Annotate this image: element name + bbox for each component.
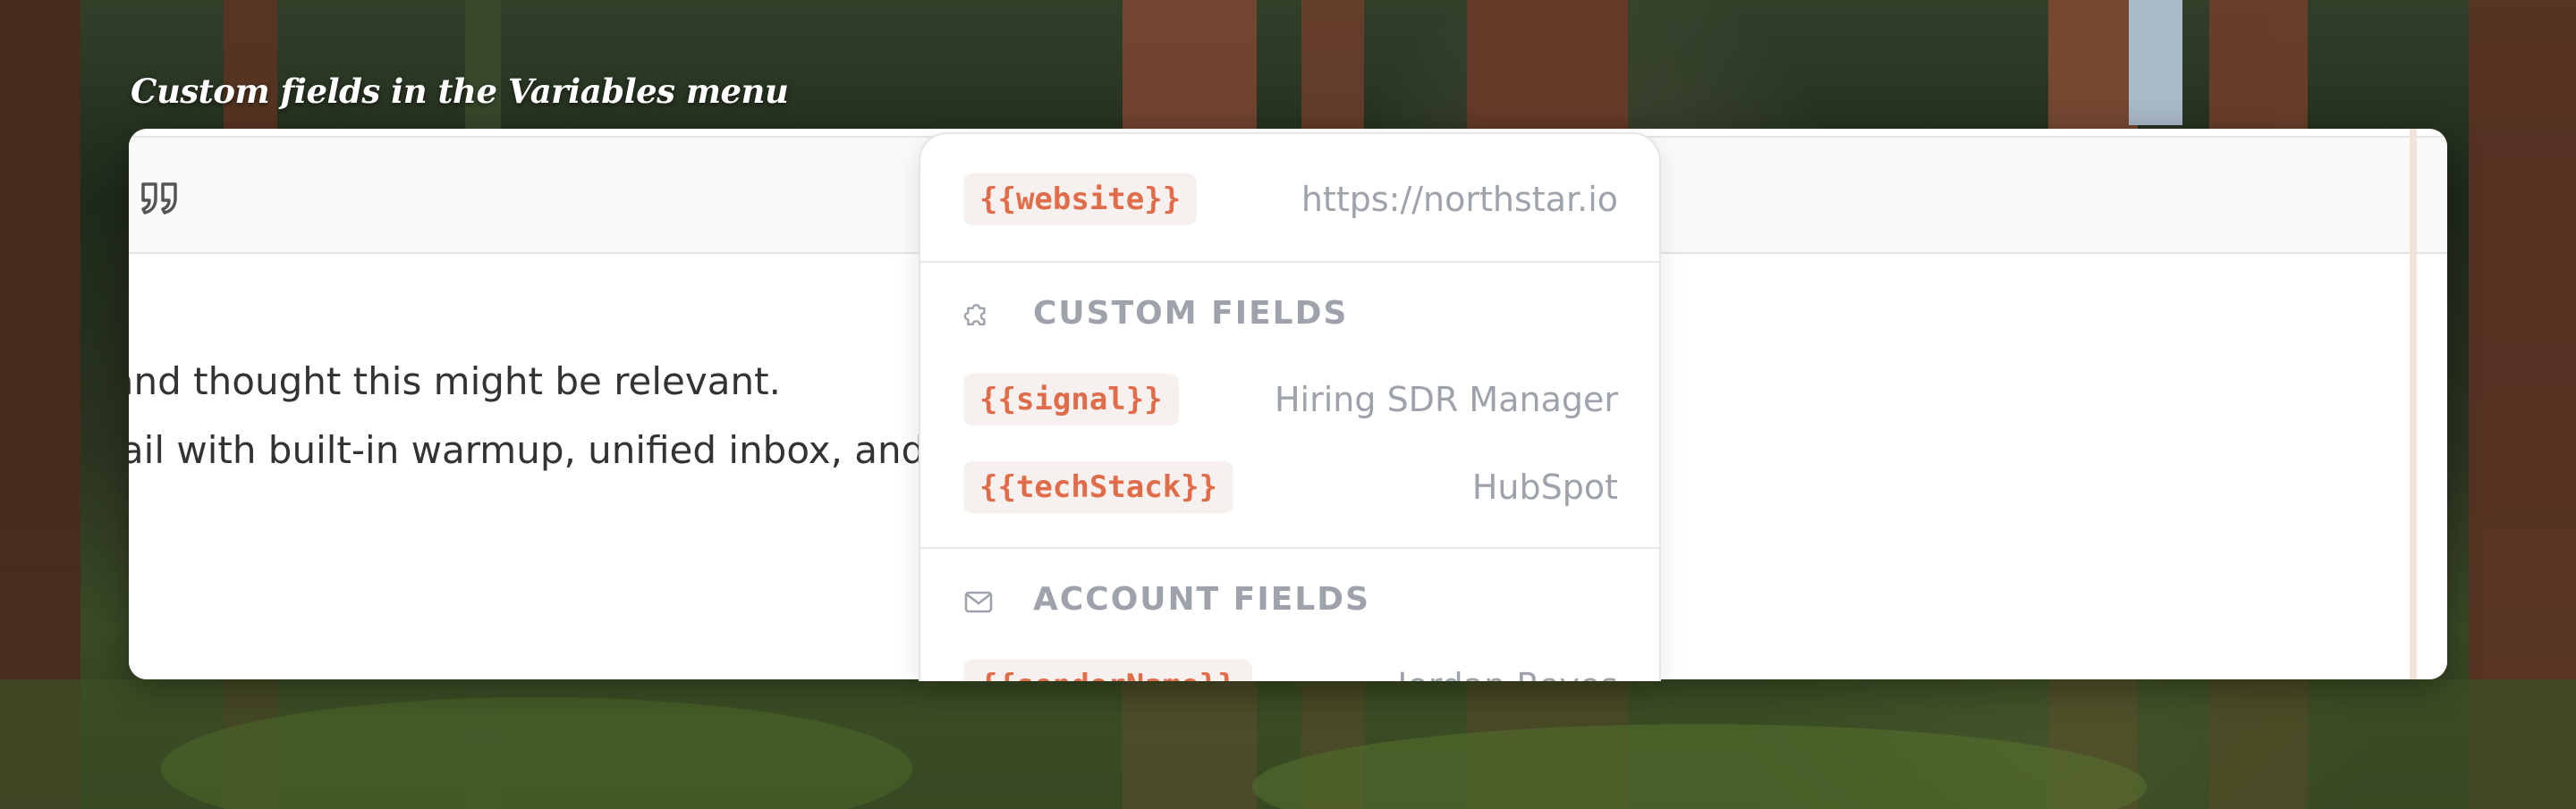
variable-value: Hiring SDR Manager <box>1274 380 1618 419</box>
menu-divider <box>920 547 1659 549</box>
variable-value: HubSpot <box>1471 468 1618 507</box>
email-body-line[interactable]: mail with built-in warmup, unified inbox… <box>129 428 975 472</box>
scroll-edge <box>2410 129 2417 679</box>
puzzle-icon <box>963 304 986 325</box>
variable-token: {{techStack}} <box>963 461 1234 513</box>
variable-option-signal[interactable]: {{signal}} Hiring SDR Manager <box>920 374 1659 427</box>
section-caption: Custom fields in the Variables menu <box>131 72 789 111</box>
variables-menu: {{website}} https://northstar.io CUSTOM … <box>919 132 1661 681</box>
email-body-line[interactable]: t and thought this might be relevant. <box>129 359 781 403</box>
variable-token: {{senderName}} <box>963 660 1252 681</box>
menu-divider <box>920 261 1659 263</box>
variable-option-techstack[interactable]: {{techStack}} HubSpot <box>920 461 1659 515</box>
blockquote-icon[interactable] <box>140 181 181 216</box>
mail-icon <box>964 591 993 613</box>
variable-option-sendername[interactable]: {{senderName}} Jordan Reyes <box>920 660 1659 681</box>
variable-token: {{website}} <box>963 173 1198 225</box>
variable-value: https://northstar.io <box>1301 180 1618 219</box>
variable-value: Jordan Reyes <box>1397 660 1618 681</box>
variable-option-website[interactable]: {{website}} https://northstar.io <box>920 173 1659 227</box>
variable-token: {{signal}} <box>963 374 1179 426</box>
